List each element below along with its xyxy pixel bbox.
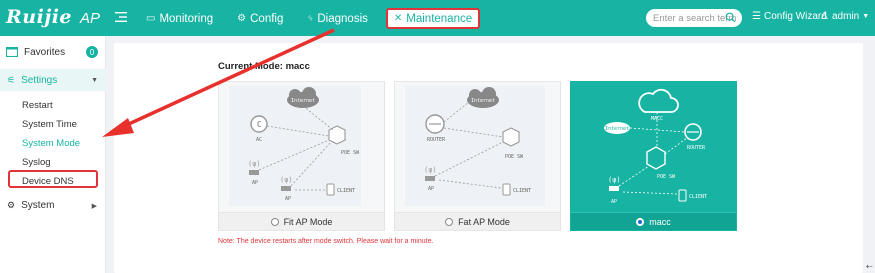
nav-maintenance-label: Maintenance bbox=[406, 12, 473, 25]
favorites-count-badge: 0 bbox=[86, 46, 98, 58]
caret-down-icon: ▼ bbox=[862, 13, 870, 20]
macc-topology-diagram: MACC Internet ROUTER POE SW (ψ) AP CLIEN… bbox=[604, 88, 707, 205]
svg-text:AP: AP bbox=[285, 196, 291, 202]
client-icon bbox=[678, 189, 687, 202]
main-nav: ▭ Monitoring ⚙ Config ᛃ Diagnosis ✕ Main… bbox=[140, 8, 492, 29]
menu-toggle-icon[interactable] bbox=[114, 10, 128, 24]
favorites-label: Favorites bbox=[24, 46, 66, 58]
favorites-icon bbox=[6, 47, 18, 57]
mode-card-fat-ap[interactable]: Internet ROUTER POE SW (ψ) AP CLIENT Fat… bbox=[394, 81, 561, 231]
top-bar: Ruijie AP ▭ Monitoring ⚙ Config ᛃ Diagno… bbox=[0, 0, 875, 36]
switch-label: POE SW bbox=[657, 174, 676, 180]
sidebar-item-restart[interactable]: Restart bbox=[22, 100, 53, 111]
sidebar-item-settings[interactable]: ⚟ Settings ▼ bbox=[0, 69, 106, 91]
sidebar-item-syslog[interactable]: Syslog bbox=[22, 157, 51, 168]
router-label: ROUTER bbox=[427, 137, 446, 143]
gear-icon: ⚙ bbox=[237, 13, 247, 24]
ap-icon bbox=[425, 176, 435, 181]
search-placeholder: Enter a search term bbox=[653, 12, 737, 24]
client-label: CLIENT bbox=[337, 188, 355, 194]
user-menu[interactable]: ♙ admin ▼ bbox=[820, 11, 869, 22]
nav-diagnosis[interactable]: ᛃ Diagnosis bbox=[301, 8, 374, 29]
macc-label: macc bbox=[649, 216, 671, 227]
settings-label: Settings bbox=[21, 74, 58, 86]
sidebar-item-device-dns[interactable]: Device DNS bbox=[22, 176, 74, 187]
tools-icon: ✕ bbox=[393, 13, 403, 24]
client-icon bbox=[326, 183, 335, 196]
macc-radio[interactable] bbox=[636, 217, 645, 226]
current-mode-label: Current Mode: bbox=[218, 61, 283, 72]
nav-config[interactable]: ⚙ Config bbox=[231, 8, 289, 29]
ap-icon bbox=[249, 170, 259, 175]
monitor-icon: ▭ bbox=[146, 13, 156, 24]
fat-ap-label: Fat AP Mode bbox=[458, 216, 510, 227]
diagnosis-icon: ᛃ bbox=[307, 13, 314, 24]
fit-ap-radio[interactable] bbox=[270, 217, 279, 226]
client-label: CLIENT bbox=[513, 188, 531, 194]
router-label: ROUTER bbox=[687, 145, 706, 151]
mode-option-macc[interactable]: macc bbox=[571, 212, 736, 230]
ap-label: AP bbox=[428, 186, 434, 192]
scroll-left-icon[interactable]: ⇠ bbox=[866, 262, 873, 271]
cloud-label: Internet bbox=[471, 98, 495, 104]
search-input[interactable]: Enter a search term bbox=[646, 9, 742, 27]
svg-text:(ψ): (ψ) bbox=[248, 160, 261, 168]
switch-icon bbox=[646, 146, 666, 170]
user-icon: ♙ bbox=[820, 11, 829, 22]
svg-text:(ψ): (ψ) bbox=[424, 166, 437, 174]
nav-maintenance[interactable]: ✕ Maintenance bbox=[385, 8, 481, 29]
mode-card-macc[interactable]: MACC Internet ROUTER POE SW (ψ) AP CLIEN… bbox=[570, 81, 737, 231]
current-mode: Current Mode: macc bbox=[218, 61, 310, 72]
system-label: System bbox=[21, 200, 55, 211]
user-label: admin bbox=[831, 11, 860, 22]
logo-brand: Ruijie bbox=[6, 6, 73, 28]
main-content: Current Mode: macc Internet C AC POE SW … bbox=[106, 36, 875, 273]
svg-text:C: C bbox=[257, 120, 262, 129]
sidebar-item-favorites[interactable]: Favorites 0 bbox=[6, 44, 100, 60]
controller-label: AC bbox=[256, 137, 262, 143]
switch-label: POE SW bbox=[505, 154, 524, 160]
sidebar: Favorites 0 ⚟ Settings ▼ Restart System … bbox=[0, 36, 106, 273]
sidebar-item-system[interactable]: ⚙ System ▶ bbox=[7, 200, 99, 211]
chevron-down-icon: ▼ bbox=[91, 76, 98, 84]
fit-ap-label: Fit AP Mode bbox=[283, 216, 333, 227]
fat-ap-radio[interactable] bbox=[445, 217, 454, 226]
restart-note: Note: The device restarts after mode swi… bbox=[218, 238, 434, 245]
ap-label: AP bbox=[611, 199, 617, 205]
fit-ap-topology-diagram: Internet C AC POE SW (ψ) AP (ψ) AP CLIEN… bbox=[229, 86, 361, 206]
svg-text:(ψ): (ψ) bbox=[608, 176, 621, 184]
mode-option-fat-ap[interactable]: Fat AP Mode bbox=[395, 212, 560, 230]
cloud-label: Internet bbox=[291, 98, 315, 104]
sidebar-item-system-mode[interactable]: System Mode bbox=[22, 138, 80, 149]
client-label: CLIENT bbox=[689, 194, 707, 200]
cloud-icon bbox=[638, 88, 679, 113]
fat-ap-topology-diagram: Internet ROUTER POE SW (ψ) AP CLIENT bbox=[405, 86, 545, 206]
internet-label: Internet bbox=[605, 126, 629, 132]
search-icon[interactable] bbox=[725, 12, 736, 23]
config-wizard-label: Config Wizard bbox=[763, 11, 827, 22]
wizard-icon: ☰ bbox=[752, 11, 761, 22]
logo[interactable]: Ruijie AP bbox=[6, 6, 100, 30]
client-icon bbox=[502, 183, 511, 196]
sidebar-item-system-time[interactable]: System Time bbox=[22, 119, 77, 130]
nav-diagnosis-label: Diagnosis bbox=[317, 12, 368, 25]
nav-monitoring[interactable]: ▭ Monitoring bbox=[140, 8, 219, 29]
system-mode-panel: Current Mode: macc Internet C AC POE SW … bbox=[114, 43, 863, 273]
switch-label: POE SW bbox=[341, 150, 360, 156]
ap-icon bbox=[609, 186, 619, 191]
settings-icon: ⚟ bbox=[7, 74, 16, 85]
mode-option-fit-ap[interactable]: Fit AP Mode bbox=[219, 212, 384, 230]
config-wizard-button[interactable]: ☰ Config Wizard bbox=[752, 11, 827, 22]
switch-icon bbox=[502, 127, 520, 147]
nav-config-label: Config bbox=[250, 12, 284, 25]
mode-card-fit-ap[interactable]: Internet C AC POE SW (ψ) AP (ψ) AP CLIEN… bbox=[218, 81, 385, 231]
logo-product: AP bbox=[80, 10, 101, 27]
system-icon: ⚙ bbox=[7, 200, 16, 210]
svg-text:(ψ): (ψ) bbox=[280, 176, 293, 184]
ap-label: AP bbox=[252, 180, 258, 186]
current-mode-value: macc bbox=[285, 61, 310, 72]
nav-monitoring-label: Monitoring bbox=[159, 12, 214, 25]
chevron-right-icon: ▶ bbox=[91, 202, 97, 210]
